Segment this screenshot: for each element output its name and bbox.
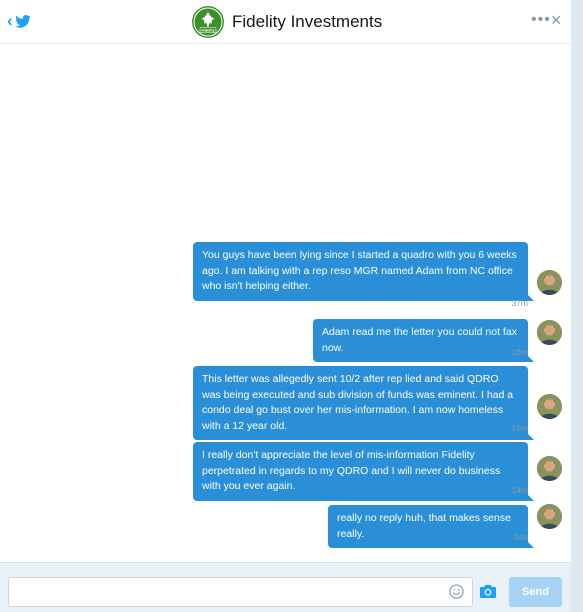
avatar[interactable]	[537, 456, 562, 481]
message-composer: Send	[0, 562, 571, 612]
background-edge	[571, 0, 583, 612]
message-item: This letter was allegedly sent 10/2 afte…	[193, 366, 534, 440]
camera-icon[interactable]	[479, 584, 497, 599]
user-avatar-icon	[537, 504, 562, 529]
message-item: Adam read me the letter you could not fa…	[313, 319, 534, 362]
fidelity-logo: Fidelity	[192, 6, 224, 38]
message-input[interactable]	[8, 577, 473, 607]
message-timestamp: 18m	[511, 347, 528, 357]
back-button[interactable]: ‹	[7, 12, 31, 30]
close-button[interactable]: ×	[551, 10, 562, 30]
avatar[interactable]	[537, 320, 562, 345]
conversation-header: ‹ Fidelity Fidelity Investments ••• ×	[0, 0, 571, 44]
header-title-group[interactable]: Fidelity Fidelity Investments	[192, 6, 382, 38]
message-item: I really don't appreciate the level of m…	[193, 442, 534, 501]
user-avatar-icon	[537, 394, 562, 419]
chevron-left-icon: ‹	[7, 11, 13, 30]
smiley-icon[interactable]	[449, 584, 464, 599]
user-avatar-icon	[537, 270, 562, 295]
avatar[interactable]	[537, 270, 562, 295]
message-thread[interactable]: You guys have been lying since I started…	[0, 44, 571, 562]
more-options-button[interactable]: •••	[531, 11, 551, 29]
send-button[interactable]: Send	[509, 577, 562, 607]
avatar[interactable]	[537, 504, 562, 529]
twitter-bird-icon	[14, 14, 31, 28]
message-timestamp: 14m	[511, 485, 528, 495]
avatar[interactable]	[537, 394, 562, 419]
message-timestamp: 34s	[514, 532, 528, 542]
page-title: Fidelity Investments	[232, 12, 383, 31]
message-bubble: You guys have been lying since I started…	[193, 242, 534, 301]
message-timestamp: 16m	[511, 423, 528, 433]
message-timestamp: 37m	[511, 298, 528, 308]
logo-text: Fidelity	[201, 29, 215, 33]
user-avatar-icon	[537, 456, 562, 481]
user-avatar-icon	[537, 320, 562, 345]
message-item: really no reply huh, that makes sense re…	[328, 505, 534, 548]
